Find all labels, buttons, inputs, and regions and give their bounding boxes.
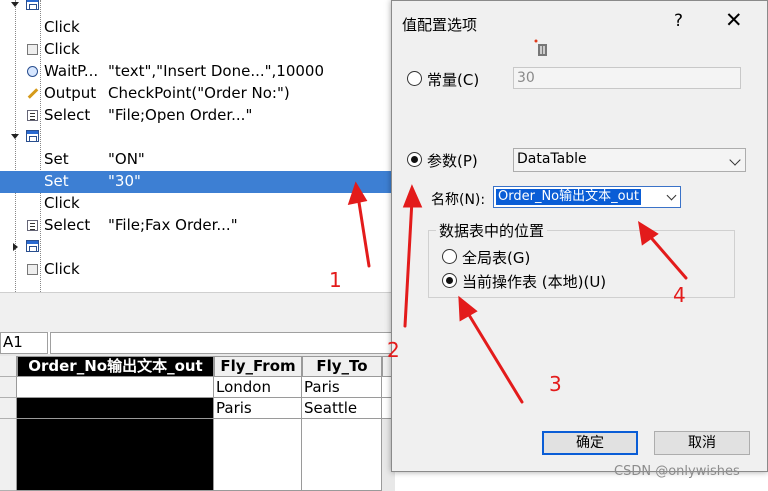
annotation-label-3: 3: [549, 372, 562, 396]
annotation-arrow-1: [356, 194, 371, 268]
annotation-layer: [347, 181, 688, 404]
annotation-label-1: 1: [329, 268, 342, 292]
watermark: CSDN @onlywishes: [614, 464, 740, 479]
annotation-arrowhead-1: [347, 181, 368, 205]
annotation-arrowhead-3: [458, 295, 478, 322]
annotation-label-4: 4: [673, 283, 686, 307]
annotation-arrow-2: [403, 198, 414, 328]
annotation-arrow-3: [464, 308, 524, 404]
annotation-label-2: 2: [387, 338, 400, 362]
annotation-arrow-4: [645, 231, 688, 280]
annotation-arrowhead-2: [402, 184, 423, 208]
